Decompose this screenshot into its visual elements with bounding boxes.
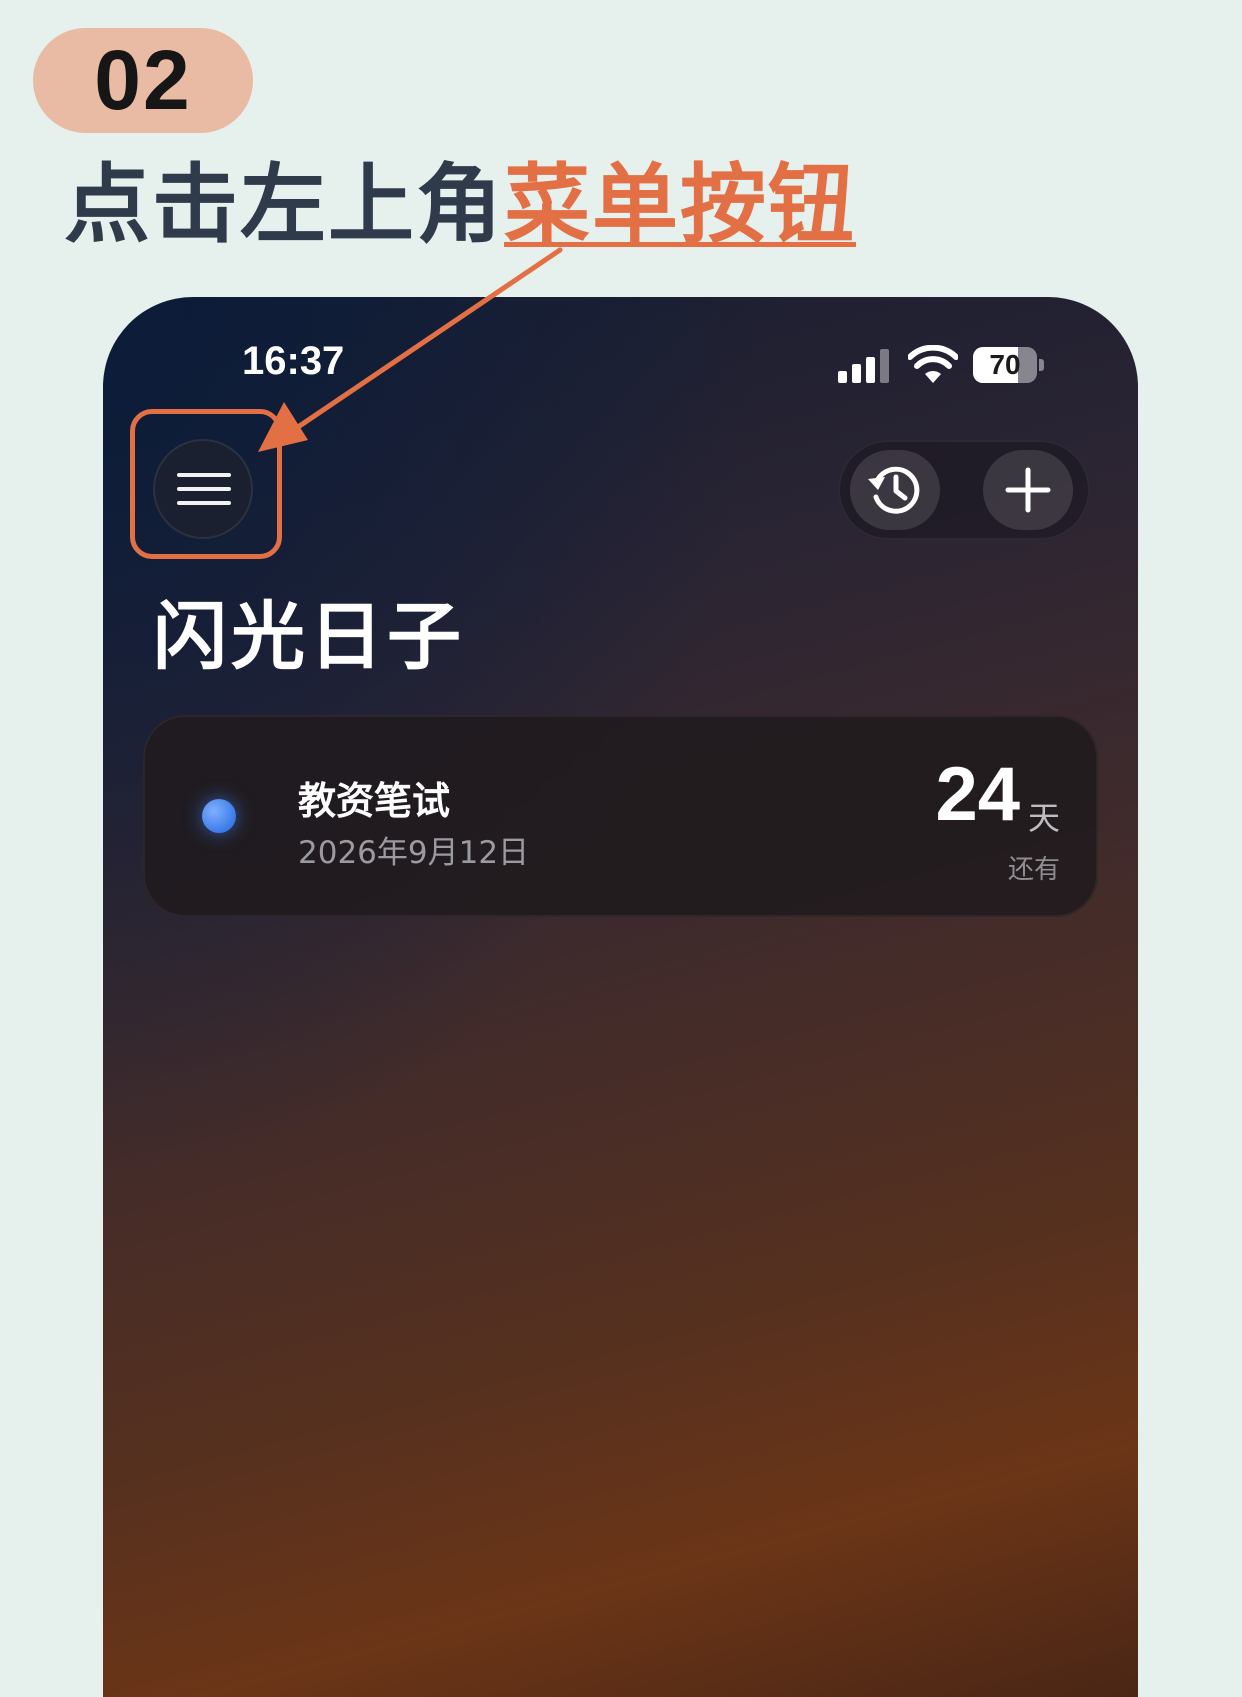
- plus-icon: [1005, 467, 1051, 513]
- event-card[interactable]: 教资笔试 2026年9月12日 24 天 还有: [143, 715, 1098, 917]
- status-time: 16:37: [242, 339, 345, 383]
- app-title: 闪光日子: [153, 594, 465, 680]
- battery-icon: 70: [973, 347, 1045, 383]
- cellular-signal-icon: [838, 349, 889, 383]
- wifi-icon: [908, 345, 958, 383]
- instruction-headline: 点击左上角菜单按钮: [64, 150, 856, 260]
- headline-prefix: 点击左上角: [64, 155, 504, 255]
- event-color-dot: [202, 799, 236, 833]
- history-clock-icon: [868, 466, 920, 514]
- headline-accent: 菜单按钮: [504, 155, 856, 255]
- step-badge: 02: [33, 28, 253, 133]
- history-button[interactable]: [850, 450, 940, 530]
- top-right-actions: [838, 440, 1090, 540]
- menu-highlight-box: [130, 409, 282, 559]
- add-button[interactable]: [983, 450, 1073, 530]
- event-countdown-label: 还有: [1007, 855, 1060, 885]
- event-countdown-unit: 天: [1027, 799, 1060, 837]
- phone-screen: 16:37 70 闪光日子 教资笔试 2026年9月12日 24 天 还有: [103, 297, 1138, 1697]
- event-date: 2026年9月12日: [298, 835, 530, 871]
- step-number: 02: [94, 33, 192, 127]
- event-countdown: 24: [935, 752, 1020, 837]
- event-name: 教资笔试: [298, 779, 451, 823]
- battery-level: 70: [989, 349, 1021, 380]
